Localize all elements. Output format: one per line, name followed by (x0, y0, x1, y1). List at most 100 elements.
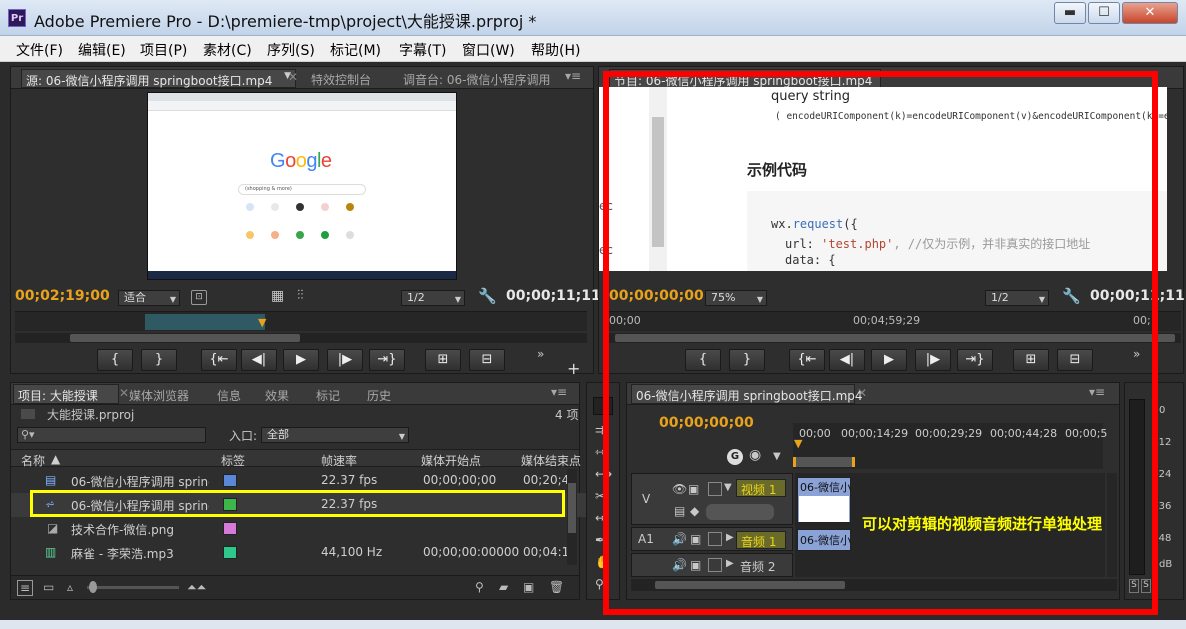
filmstrip-icon[interactable]: ▦ (271, 288, 284, 304)
zoom-in-icon[interactable]: ⏶⏶ (187, 580, 206, 595)
source-timecode[interactable]: 00;02;19;00 (15, 288, 110, 304)
column-name[interactable]: 名称 (21, 452, 45, 469)
list-view-icon[interactable]: ≡ (17, 580, 34, 596)
tab-source-label: 源: 06-微信小程序调用 springboot接口.mp4 (26, 74, 273, 88)
menu-edit[interactable]: 编辑(E) (78, 40, 126, 60)
image-file-icon: ◪ (47, 521, 59, 535)
menu-sequence[interactable]: 序列(S) (267, 40, 315, 60)
menu-clip[interactable]: 素材(C) (203, 40, 252, 60)
search-icon: ⚲▾ (21, 428, 35, 441)
sort-ascending-icon[interactable]: ▲ (51, 452, 60, 466)
item-name: 技术合作-微信.png (71, 523, 174, 537)
meter-label: 0 (1159, 405, 1166, 416)
source-time-ruler[interactable]: ▼ (15, 311, 587, 331)
mark-in-button[interactable]: { (97, 349, 133, 371)
tab-audio-mixer[interactable]: 调音台: 06-微信小程序调用 (403, 71, 550, 88)
play-button[interactable]: ▶ (283, 349, 319, 371)
add-button-icon[interactable]: + (567, 359, 580, 378)
window-title: Adobe Premiere Pro - D:\premiere-tmp\pro… (34, 12, 537, 31)
column-framerate[interactable]: 帧速率 (321, 452, 357, 469)
menu-window[interactable]: 窗口(W) (462, 40, 515, 60)
search-input[interactable]: ⚲▾ (17, 427, 206, 443)
delete-icon[interactable]: 🗑 (549, 580, 564, 594)
tab-history[interactable]: 历史 (367, 387, 391, 404)
menu-title[interactable]: 字幕(T) (399, 40, 446, 60)
step-forward-button[interactable]: |▶ (327, 349, 363, 371)
tab-source[interactable]: 源: 06-微信小程序调用 springboot接口.mp4 ▼ (21, 69, 296, 88)
entry-select[interactable]: 全部 (261, 427, 409, 444)
project-scroll-thumb[interactable] (568, 483, 576, 533)
find-icon[interactable]: ⚲ (475, 580, 484, 594)
source-tab-bar: 源: 06-微信小程序调用 springboot接口.mp4 ▼ ✕ 特效控制台… (11, 67, 593, 89)
window-bottom-edge (0, 620, 1186, 629)
highlight-box (30, 490, 565, 517)
project-row[interactable]: ▥ 麻雀 - 李荣浩.mp3 44,100 Hz 00;00;00:00000 … (11, 541, 589, 565)
safe-margins-icon[interactable]: ⊡ (191, 290, 207, 305)
close-tab-icon[interactable]: ✕ (119, 386, 129, 400)
label-swatch[interactable] (223, 546, 237, 559)
audio-file-icon: ▥ (45, 545, 57, 559)
playhead-icon[interactable]: ▼ (258, 316, 266, 329)
item-start: 00;00;00:00000 (423, 545, 520, 559)
source-duration: 00;00;11;11 (506, 288, 601, 304)
source-transport: { } {⇤ ◀| ▶ |▶ ⇥} ⊞ ⊟ » (97, 347, 547, 373)
menu-file[interactable]: 文件(F) (16, 40, 63, 60)
panel-menu-icon[interactable]: ▾≡ (551, 385, 567, 399)
source-scroll-track[interactable] (15, 333, 587, 343)
wrench-icon[interactable]: 🔧 (478, 287, 497, 305)
label-swatch[interactable] (223, 522, 237, 535)
item-name: 06-微信小程序调用 springboot接口.mp4 (71, 475, 209, 489)
in-out-range (145, 314, 265, 330)
close-button[interactable]: ✕ (1122, 2, 1178, 24)
source-fit-select[interactable]: 适合 (118, 290, 180, 307)
menu-project[interactable]: 项目(P) (140, 40, 187, 60)
project-item-count: 4 项 (555, 408, 579, 422)
zoom-out-icon[interactable]: ▵ (67, 580, 73, 594)
step-back-button[interactable]: ◀| (241, 349, 277, 371)
close-tab-icon[interactable]: ✕ (288, 70, 298, 84)
maximize-button[interactable]: ☐ (1088, 2, 1120, 24)
item-fps: 44,100 Hz (321, 545, 383, 559)
meter-unit: dB (1159, 559, 1173, 570)
overwrite-button[interactable]: ⊟ (469, 349, 505, 371)
mark-out-button[interactable]: } (141, 349, 177, 371)
google-search-box: (shopping & more) (238, 184, 366, 195)
more-controls-icon[interactable]: » (537, 347, 544, 361)
item-fps: 22.37 fps (321, 473, 378, 487)
label-swatch[interactable] (223, 474, 237, 487)
source-preview[interactable]: Google (shopping & more) (147, 92, 457, 280)
tab-media-browser[interactable]: 媒体浏览器 (129, 387, 189, 404)
project-footer: ≡ ▭ ▵ ⏶⏶ ⚲ ▰ ▣ 🗑 (11, 575, 579, 599)
column-media-start[interactable]: 媒体开始点 (421, 452, 481, 469)
insert-button[interactable]: ⊞ (425, 349, 461, 371)
source-monitor-panel: 源: 06-微信小程序调用 springboot接口.mp4 ▼ ✕ 特效控制台… (10, 66, 601, 378)
project-scrollbar[interactable] (567, 469, 577, 565)
tab-markers[interactable]: 标记 (316, 387, 340, 404)
tab-project[interactable]: 项目: 大能授课 (13, 384, 119, 404)
icon-view-icon[interactable]: ▭ (43, 580, 54, 594)
folder-icon (21, 409, 35, 419)
source-quality-select[interactable]: 1/2 (401, 290, 465, 307)
project-row[interactable]: ◪ 技术合作-微信.png (11, 517, 589, 541)
source-scroll-thumb[interactable] (70, 334, 300, 342)
minimize-button[interactable]: ▬ (1054, 2, 1086, 24)
new-bin-icon[interactable]: ▰ (499, 580, 508, 594)
tab-info[interactable]: 信息 (217, 387, 241, 404)
new-item-icon[interactable]: ▣ (523, 580, 534, 594)
menu-marker[interactable]: 标记(M) (330, 40, 381, 60)
title-bar: Pr Adobe Premiere Pro - D:\premiere-tmp\… (0, 0, 1186, 36)
zoom-slider[interactable] (87, 581, 179, 593)
tab-effect-controls[interactable]: 特效控制台 (311, 71, 371, 88)
go-to-out-button[interactable]: ⇥} (369, 349, 405, 371)
column-label[interactable]: 标签 (221, 452, 245, 469)
menu-help[interactable]: 帮助(H) (531, 40, 580, 60)
drag-audio-icon[interactable]: ⫶⫶ (297, 288, 304, 303)
project-filename: 大能授课.prproj (47, 408, 135, 422)
tab-effects[interactable]: 效果 (265, 387, 289, 404)
project-column-headers: 名称 ▲ 标签 帧速率 媒体开始点 媒体结束点 (11, 449, 581, 469)
annotation-box (603, 71, 1158, 615)
column-media-end[interactable]: 媒体结束点 (521, 452, 581, 469)
panel-menu-icon[interactable]: ▾≡ (565, 69, 581, 83)
taskbar-strip (148, 271, 456, 279)
go-to-in-button[interactable]: {⇤ (201, 349, 237, 371)
